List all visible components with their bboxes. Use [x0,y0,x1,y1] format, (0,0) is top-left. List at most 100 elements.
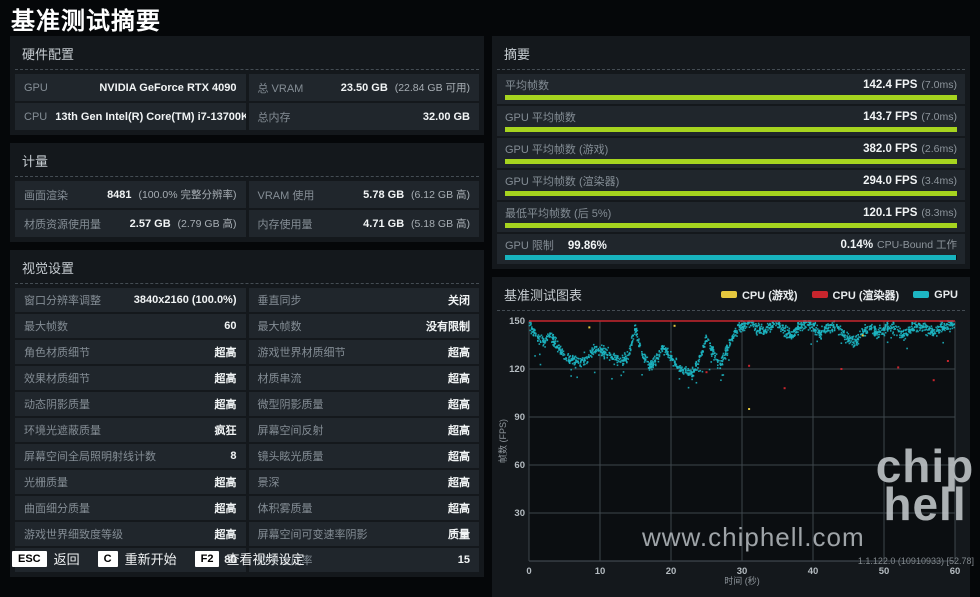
summary-bar-track [505,255,957,260]
visual-setting-cell: 环境光遮蔽质量 疯狂 [15,418,246,442]
setting-value: 4.71 GB (5.18 GB 高) [363,216,470,231]
summary-value: 0.14% [840,239,873,251]
benchmark-chart-title: 基准测试图表 [504,285,582,304]
legend-swatch [913,291,929,298]
keyhint-video-settings[interactable]: F2 查看视频设定 [195,549,305,568]
setting-label: 镜头眩光质量 [258,448,324,464]
setting-label: 环境光遮蔽质量 [24,422,101,438]
visual-setting-cell: 镜头眩光质量超高 [249,444,480,468]
benchmark-chart-header: 基准测试图表 CPU (游戏)CPU (渲染器)GPU [497,281,965,311]
setting-row: GPUNVIDIA GeForce RTX 4090总 VRAM23.50 GB… [15,74,479,101]
summary-bar-fill [505,95,957,100]
setting-label: 景深 [258,474,280,490]
summary-label: GPU 平均帧数 [505,112,576,124]
setting-row: 材质资源使用量2.57 GB (2.79 GB 高) 内存使用量 4.71 GB (… [15,210,479,237]
setting-value: 5.78 GB (6.12 GB 高) [363,187,470,202]
setting-label: 总 VRAM [258,80,304,96]
summary-bar-track [505,223,957,228]
setting-label: 屏幕空间全局照明射线计数 [24,448,156,464]
setting-value: NVIDIA GeForce RTX 4090 [99,82,236,94]
setting-value: 超高 [448,344,470,360]
chiphell-watermark-text: www.chiphell.com [642,522,865,553]
summary-bar-fill [505,159,957,164]
setting-label: 动态阴影质量 [24,396,90,412]
setting-row: 屏幕空间全局照明射线计数 8 镜头眩光质量超高 [15,444,479,468]
summary-label: GPU 限制 [505,240,554,252]
summary-right: 0.14% CPU-Bound 工作 [840,237,957,252]
svg-text:10: 10 [595,566,606,577]
setting-label: 曲面细分质量 [24,500,90,516]
setting-value: 超高 [215,396,237,412]
summary-value: 294.0 FPS [863,175,917,187]
setting-value: 疯狂 [215,422,237,438]
svg-text:120: 120 [509,364,525,375]
summary-row: GPU 平均帧数 (渲染器)294.0 FPS(3.4ms) [497,170,965,200]
metric-cell: 内存使用量 4.71 GB (5.18 GB 高) [249,210,480,237]
setting-value: 23.50 GB (22.84 GB 可用) [341,80,470,95]
setting-value: 超高 [448,396,470,412]
visual-setting-cell: 最大帧数没有限制 [249,314,480,338]
legend-item: CPU (渲染器) [812,287,900,303]
metrics-panel-title: 计量 [15,147,479,177]
setting-label: 窗口分辨率调整 [24,292,101,308]
keyhint-back[interactable]: ESC 返回 [12,549,80,568]
setting-row: 光栅质量超高景深超高 [15,470,479,494]
setting-row: 动态阴影质量 超高 微型阴影质量 超高 [15,392,479,416]
setting-row: 曲面细分质量 超高体积雾质量 超高 [15,496,479,520]
setting-row: CPU13th Gen Intel(R) Core(TM) i7-13700KF… [15,103,479,130]
setting-label: 微型阴影质量 [258,396,324,412]
visual-settings-panel-title: 视觉设置 [15,254,479,284]
left-column: 硬件配置 GPUNVIDIA GeForce RTX 4090总 VRAM23.… [10,36,484,577]
setting-value-detail: (5.18 GB 高) [408,218,470,230]
setting-label: 效果材质细节 [24,370,90,386]
visual-setting-cell: 屏幕空间全局照明射线计数 8 [15,444,246,468]
summary-bar-track [505,159,957,164]
setting-label: CPU [24,111,47,123]
c-keycap: C [98,551,118,567]
setting-value: 超高 [448,500,470,516]
hardware-cell: 总内存32.00 GB [249,103,480,130]
visual-setting-cell: 材质串流超高 [249,366,480,390]
setting-value: 超高 [215,344,237,360]
summary-left: 最低平均帧数 (后 5%) [505,204,611,222]
setting-label: 屏幕空间可变速率阴影 [258,526,368,542]
setting-row: 效果材质细节超高材质串流超高 [15,366,479,390]
setting-row: 最大帧数60最大帧数没有限制 [15,314,479,338]
summary-value-detail: (2.6ms) [921,143,957,155]
hardware-cell: CPU13th Gen Intel(R) Core(TM) i7-13700KF [15,103,246,130]
setting-label: 屏幕空间反射 [258,422,324,438]
visual-setting-cell: 动态阴影质量 超高 [15,392,246,416]
setting-label: 光栅质量 [24,474,68,490]
visual-settings-rows: 窗口分辨率调整3840x2160 (100.0%)垂直同步关闭最大帧数60最大帧… [15,288,479,572]
hardware-panel: 硬件配置 GPUNVIDIA GeForce RTX 4090总 VRAM23.… [10,36,484,135]
setting-value: 32.00 GB [423,111,470,123]
setting-value-detail: (2.79 GB 高) [175,218,237,230]
setting-row: 环境光遮蔽质量 疯狂 屏幕空间反射 超高 [15,418,479,442]
metric-cell: 材质资源使用量2.57 GB (2.79 GB 高) [15,210,246,237]
legend-label: CPU (渲染器) [833,287,900,303]
visual-setting-cell: 体积雾质量 超高 [249,496,480,520]
summary-value-detail: CPU-Bound 工作 [877,237,957,252]
setting-row: 画面渲染8481 (100.0% 完整分辨率)VRAM 使用5.78 GB (6… [15,181,479,208]
summary-row: GPU 限制99.86%0.14%CPU-Bound 工作 [497,234,965,264]
setting-value-detail: (6.12 GB 高) [408,189,470,201]
summary-panel-title: 摘要 [497,40,965,70]
setting-value: 60 [224,320,236,332]
keyhint-restart[interactable]: C 重新开始 [98,549,177,568]
setting-value: 超高 [215,526,237,542]
summary-label: 平均帧数 [505,80,549,92]
setting-value: 8 [230,450,236,462]
svg-text:90: 90 [514,412,525,423]
setting-value: 超高 [448,422,470,438]
summary-bar-track [505,95,957,100]
setting-label: 体积雾质量 [258,500,313,516]
visual-setting-cell: 微型阴影质量 超高 [249,392,480,416]
setting-value: 2.57 GB (2.79 GB 高) [130,216,237,231]
setting-row: 窗口分辨率调整3840x2160 (100.0%)垂直同步关闭 [15,288,479,312]
svg-text:时间 (秒): 时间 (秒) [724,575,760,586]
setting-value: 8481 (100.0% 完整分辨率) [107,187,236,202]
setting-label: 内存使用量 [258,216,313,232]
game-version-text: 1.1.122.0 (10910933) [52.78] [858,556,974,566]
svg-text:40: 40 [808,566,819,577]
summary-left: GPU 平均帧数 [505,108,576,126]
